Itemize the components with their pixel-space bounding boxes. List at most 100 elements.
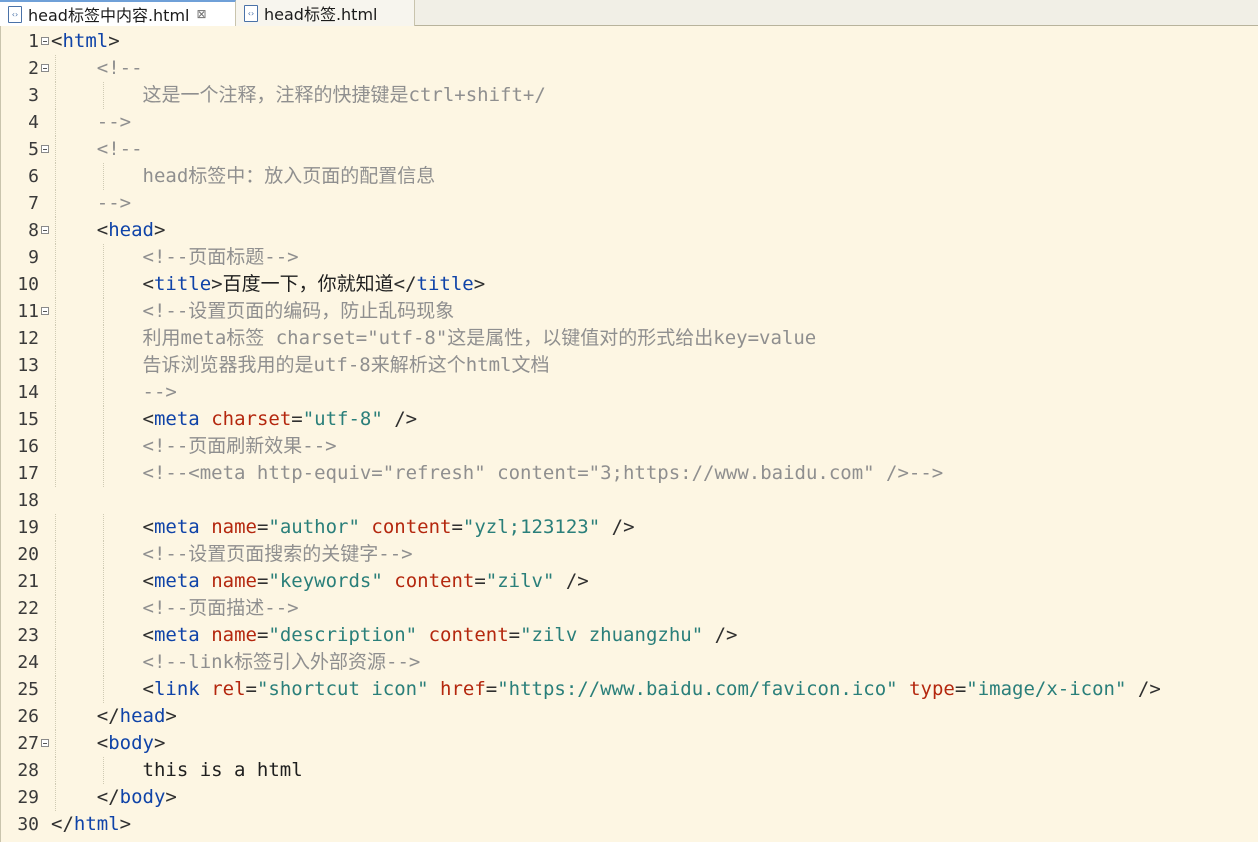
code-token: = <box>245 678 257 700</box>
code-token: meta <box>153 624 200 646</box>
code-line[interactable]: 27 <body> <box>1 730 1257 757</box>
line-number: 16 <box>17 436 39 457</box>
tab-head-html[interactable]: head标签.html <box>236 0 415 26</box>
code-line[interactable]: 4 --> <box>1 109 1257 136</box>
code-line[interactable]: 26 </head> <box>1 703 1257 730</box>
code-text: <!--设置页面的编码，防止乱码现象 <box>51 298 455 325</box>
code-token: content <box>428 624 509 646</box>
line-number: 20 <box>17 544 39 565</box>
code-line[interactable]: 15 <meta charset="utf-8" /> <box>1 406 1257 433</box>
line-number: 6 <box>28 166 39 187</box>
code-line[interactable]: 2 <!-- <box>1 55 1257 82</box>
code-line[interactable]: 18 <box>1 487 1257 514</box>
code-line[interactable]: 19 <meta name="author" content="yzl;1231… <box>1 514 1257 541</box>
tab-head-content-html[interactable]: head标签中内容.html ⊠ <box>0 0 236 26</box>
html-file-icon <box>244 4 258 22</box>
code-line[interactable]: 23 <meta name="description" content="zil… <box>1 622 1257 649</box>
code-editor[interactable]: 1 < html > 2 <!-- 3 这是一个注释，注释的快捷键是ctrl+shift+… <box>0 26 1258 842</box>
line-number: 11 <box>17 301 39 322</box>
code-token: "shortcut icon" <box>256 678 429 700</box>
code-token: > <box>473 273 486 295</box>
line-number: 25 <box>17 679 39 700</box>
fold-collapse-icon[interactable] <box>41 226 49 234</box>
code-token: --> <box>96 192 132 214</box>
code-line[interactable]: 22 <!--页面描述--> <box>1 595 1257 622</box>
fold-collapse-icon[interactable] <box>41 145 49 153</box>
code-token: html <box>73 813 120 835</box>
fold-collapse-icon[interactable] <box>41 739 49 747</box>
code-token: "zilv zhuangzhu" <box>520 624 704 646</box>
code-text: <title>百度一下，你就知道</title> <box>51 271 486 298</box>
code-line[interactable]: 1 <html> <box>1 28 1257 55</box>
code-token: rel <box>211 678 246 700</box>
fold-collapse-icon[interactable] <box>41 307 49 315</box>
code-token: "image/x-icon" <box>966 678 1127 700</box>
line-number: 8 <box>28 220 39 241</box>
code-token: = <box>256 516 269 538</box>
code-token: > <box>153 219 166 241</box>
code-token: </ <box>96 786 120 808</box>
code-line[interactable]: 29 </body> <box>1 784 1257 811</box>
code-line[interactable]: 14 --> <box>1 379 1257 406</box>
code-text: <!--link标签引入外部资源--> <box>51 649 421 676</box>
code-token: < <box>96 219 109 241</box>
fold-collapse-icon[interactable] <box>41 37 49 45</box>
code-line[interactable]: 28 this is a html <box>1 757 1257 784</box>
code-line[interactable]: 3 这是一个注释，注释的快捷键是ctrl+shift+/ <box>1 82 1257 109</box>
close-icon[interactable]: ⊠ <box>195 7 207 21</box>
code-line[interactable]: 5 <!-- <box>1 136 1257 163</box>
code-line[interactable]: 12 利用meta标签 charset="utf-8"这是属性，以键值对的形式给… <box>1 325 1257 352</box>
code-line[interactable]: 24 <!--link标签引入外部资源--> <box>1 649 1257 676</box>
code-token: < <box>51 30 63 52</box>
code-token: /> <box>600 516 635 538</box>
code-token: "zilv" <box>485 570 555 592</box>
code-line[interactable]: 20 <!--设置页面搜索的关键字--> <box>1 541 1257 568</box>
line-number: 7 <box>28 193 39 214</box>
code-text: <!--<meta http-equiv="refresh" content="… <box>51 460 944 487</box>
code-line[interactable]: 8 <head> <box>1 217 1257 244</box>
fold-collapse-icon[interactable] <box>41 64 49 72</box>
code-token: < <box>142 408 154 430</box>
code-token: <!--页面刷新效果--> <box>142 435 337 457</box>
code-line[interactable]: 7 --> <box>1 190 1257 217</box>
code-line[interactable]: 11 <!--设置页面的编码，防止乱码现象 <box>1 298 1257 325</box>
code-token: > <box>153 732 166 754</box>
code-token: < <box>142 273 154 295</box>
code-line[interactable]: 17 <!--<meta http-equiv="refresh" conten… <box>1 460 1257 487</box>
code-token: "keywords" <box>268 570 383 592</box>
line-number: 15 <box>17 409 39 430</box>
code-line[interactable]: 30 </html> <box>1 811 1257 838</box>
code-line[interactable]: 9 <!--页面标题--> <box>1 244 1257 271</box>
code-token: /> <box>382 408 418 430</box>
code-token: < <box>142 678 154 700</box>
code-token: /> <box>703 624 738 646</box>
code-token: = <box>508 624 521 646</box>
line-number: 17 <box>17 463 39 484</box>
line-number: 1 <box>28 31 39 52</box>
tab-label: head标签.html <box>264 5 378 24</box>
code-line[interactable]: 13 告诉浏览器我用的是utf-8来解析这个html文档 <box>1 352 1257 379</box>
code-token: = <box>485 678 498 700</box>
code-text: <!--页面标题--> <box>51 244 299 271</box>
code-line[interactable]: 16 <!--页面刷新效果--> <box>1 433 1257 460</box>
code-token: = <box>954 678 967 700</box>
code-token: link <box>153 678 200 700</box>
code-line[interactable]: 25 <link rel="shortcut icon" href="https… <box>1 676 1257 703</box>
code-line[interactable]: 21 <meta name="keywords" content="zilv" … <box>1 568 1257 595</box>
code-line[interactable]: 10 <title>百度一下，你就知道</title> <box>1 271 1257 298</box>
code-text: </body> <box>51 784 177 811</box>
code-line[interactable]: 6 head标签中：放入页面的配置信息 <box>1 163 1257 190</box>
